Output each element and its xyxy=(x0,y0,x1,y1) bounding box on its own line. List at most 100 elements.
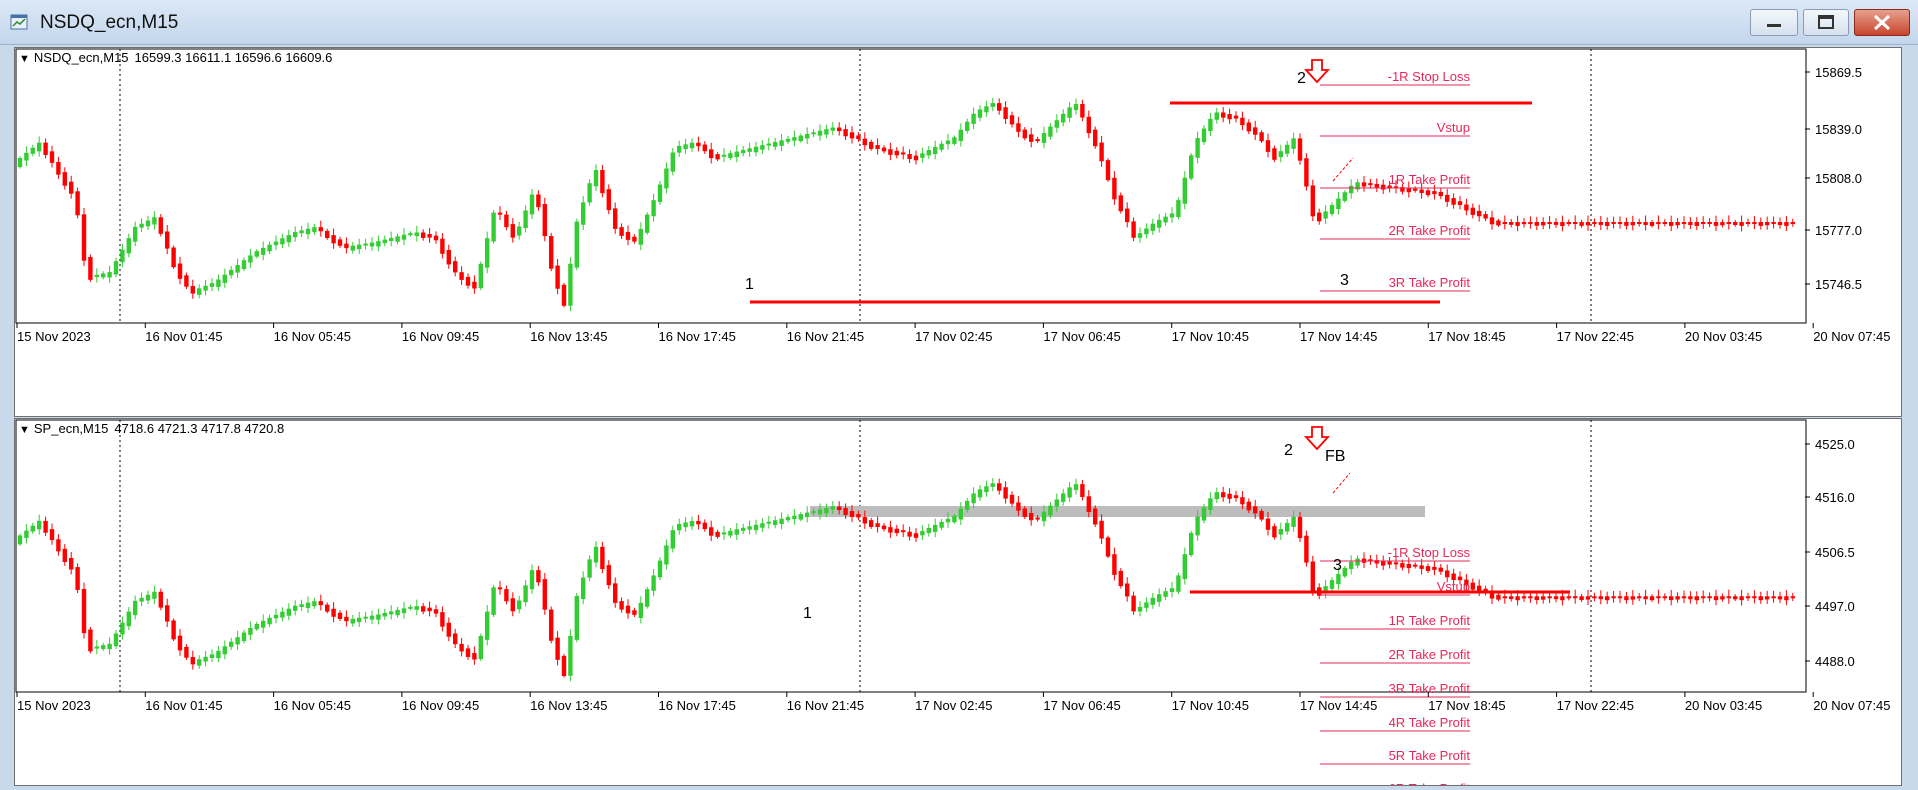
level-label: Vstup xyxy=(1437,120,1470,135)
candle-body xyxy=(574,595,579,640)
time-tick-label: 17 Nov 10:45 xyxy=(1172,698,1249,713)
candle-body xyxy=(1093,508,1098,525)
candle-body xyxy=(945,518,951,523)
candle-body xyxy=(126,611,131,627)
candle-body xyxy=(395,609,400,616)
candle-body xyxy=(369,242,375,247)
swing-marker: 1 xyxy=(745,276,754,293)
candle-body xyxy=(107,272,112,278)
candle-body xyxy=(549,236,554,269)
candle-body xyxy=(325,230,330,238)
candle-body xyxy=(190,286,195,294)
time-tick-label: 16 Nov 13:45 xyxy=(530,698,607,713)
candle-body xyxy=(1285,144,1290,154)
close-button[interactable] xyxy=(1854,9,1910,36)
price-tick-label: 4525.0 xyxy=(1815,437,1855,452)
candle-body xyxy=(933,146,938,155)
chart-pane-sp[interactable]: ▼ SP_ecn,M15 4718.6 4721.3 4717.8 4720.8 -… xyxy=(14,418,1902,786)
swing-marker: 2 xyxy=(1284,442,1293,459)
level-label: 6R Take Profit xyxy=(1389,781,1471,785)
candle-body xyxy=(728,153,733,158)
candle-body xyxy=(1413,564,1418,567)
candle-body xyxy=(30,525,35,532)
sell-arrow-icon xyxy=(1303,59,1331,84)
candle-body xyxy=(241,260,247,270)
candle-body xyxy=(94,274,99,278)
candle-body xyxy=(632,610,637,615)
candle-body xyxy=(1048,126,1053,137)
candle-body xyxy=(881,147,887,152)
minimize-button[interactable] xyxy=(1750,9,1798,36)
dropdown-triangle-icon[interactable]: ▼ xyxy=(19,53,30,65)
candle-body xyxy=(17,158,23,168)
candle-body xyxy=(984,106,989,113)
candle-body xyxy=(318,227,323,232)
candle-body xyxy=(88,629,93,652)
candle-body xyxy=(1195,516,1200,536)
level-label: 1R Take Profit xyxy=(1389,172,1471,187)
candle-body xyxy=(1777,596,1783,600)
candle-body xyxy=(1189,155,1194,179)
candle-body xyxy=(830,506,835,510)
level-label: -1R Stop Loss xyxy=(1388,545,1471,560)
candle-body xyxy=(1105,537,1111,557)
price-chart-sp[interactable]: -1R Stop LossVstup1R Take Profit2R Take … xyxy=(15,419,1903,785)
candle-body xyxy=(1406,563,1411,569)
price-chart-nsdq[interactable]: -1R Stop Loss Vstup 1R Take Profit 2R Take … xyxy=(15,48,1903,416)
candle-body xyxy=(849,511,855,517)
candle-body xyxy=(337,612,343,619)
candle-body xyxy=(1662,222,1667,224)
annotation-label: FB xyxy=(1325,448,1345,465)
dropdown-triangle-icon[interactable]: ▼ xyxy=(19,424,30,436)
candle-body xyxy=(517,226,522,236)
candle-body xyxy=(958,129,963,142)
candle-body xyxy=(62,172,67,186)
candle-body xyxy=(849,132,855,139)
price-tick-label: 4506.5 xyxy=(1815,545,1855,560)
candle-body xyxy=(1643,222,1648,225)
candle-body xyxy=(485,611,490,640)
candle-body xyxy=(824,129,829,135)
candle-body xyxy=(446,622,451,637)
time-tick-label: 17 Nov 14:45 xyxy=(1300,698,1377,713)
candle-body xyxy=(1579,596,1584,601)
candle-body xyxy=(1733,222,1738,226)
candle-body xyxy=(830,127,835,131)
candle-body xyxy=(792,137,797,141)
candle-body xyxy=(472,281,477,289)
candle-body xyxy=(1605,222,1610,226)
time-tick-label: 17 Nov 02:45 xyxy=(915,329,992,344)
maximize-button[interactable] xyxy=(1803,9,1849,36)
candle-body xyxy=(1022,129,1027,139)
candle-body xyxy=(216,279,221,287)
time-tick-label: 17 Nov 06:45 xyxy=(1043,329,1120,344)
candle-body xyxy=(465,276,471,286)
candle-body xyxy=(171,247,176,268)
candle-body xyxy=(1009,115,1015,125)
candle-body xyxy=(1643,596,1648,600)
candle-body xyxy=(1777,222,1783,226)
candle-body xyxy=(286,235,291,243)
candle-body xyxy=(293,231,298,238)
candle-body xyxy=(862,517,867,524)
candle-body xyxy=(459,643,464,652)
candle-body xyxy=(1560,596,1565,601)
candle-body xyxy=(1336,574,1341,585)
candle-body xyxy=(254,623,259,630)
candle-body xyxy=(805,512,810,518)
plot-area xyxy=(15,48,1807,324)
candle-body xyxy=(1784,222,1789,226)
candle-body xyxy=(715,154,720,160)
candle-body xyxy=(670,152,675,172)
candle-body xyxy=(837,506,842,511)
candle-body xyxy=(1432,191,1437,195)
pane-header: ▼ NSDQ_ecn,M15 16599.3 16611.1 16596.6 166… xyxy=(19,50,332,65)
candle-body xyxy=(984,486,989,493)
time-tick-label: 16 Nov 17:45 xyxy=(659,698,736,713)
chart-pane-nsdq[interactable]: ▼ NSDQ_ecn,M15 16599.3 16611.1 16596.6 166… xyxy=(14,47,1902,417)
candle-body xyxy=(753,524,759,531)
time-tick-label: 17 Nov 10:45 xyxy=(1172,329,1249,344)
close-icon xyxy=(1873,14,1891,31)
candle-body xyxy=(613,583,618,603)
candle-body xyxy=(901,530,906,533)
